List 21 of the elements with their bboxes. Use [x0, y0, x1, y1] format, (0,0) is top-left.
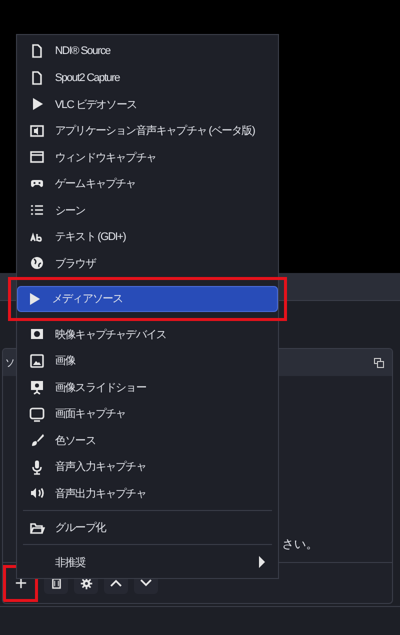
menu-item[interactable]: 映像キャプチャデバイス	[20, 321, 275, 348]
menu-item[interactable]: 音声入力キャプチャ	[20, 454, 275, 480]
menu-item[interactable]: NDI® Source	[20, 38, 275, 64]
menu-item[interactable]: グループ化	[20, 514, 275, 541]
menu-item[interactable]: 画面キャプチャ	[20, 400, 275, 427]
hint-text: さい。	[282, 536, 318, 553]
menu-item[interactable]: ゲームキャプチャ	[20, 170, 275, 197]
menu-item[interactable]: ブラウザ	[20, 250, 275, 276]
menu-item[interactable]: VLC ビデオソース	[20, 91, 275, 118]
menu-item[interactable]: 画像スライドショー	[20, 374, 275, 400]
panel-title: ソ	[5, 356, 15, 370]
menu-item[interactable]: 色ソース	[20, 427, 275, 454]
menu-item[interactable]: 画像	[20, 348, 275, 374]
menu-item[interactable]: テキスト (GDI+)	[20, 224, 275, 250]
menu-item[interactable]: シーン	[20, 197, 275, 224]
menu-item[interactable]: 非推奨	[20, 549, 275, 576]
menu-item[interactable]: メディアソース	[17, 286, 278, 312]
menu-item[interactable]: ウィンドウキャプチャ	[20, 144, 275, 170]
menu-item[interactable]: アプリケーション音声キャプチャ (ベータ版)	[20, 118, 275, 144]
menu-item[interactable]: 音声出力キャプチャ	[20, 480, 275, 506]
menu-item[interactable]: Spout2 Capture	[20, 64, 275, 91]
